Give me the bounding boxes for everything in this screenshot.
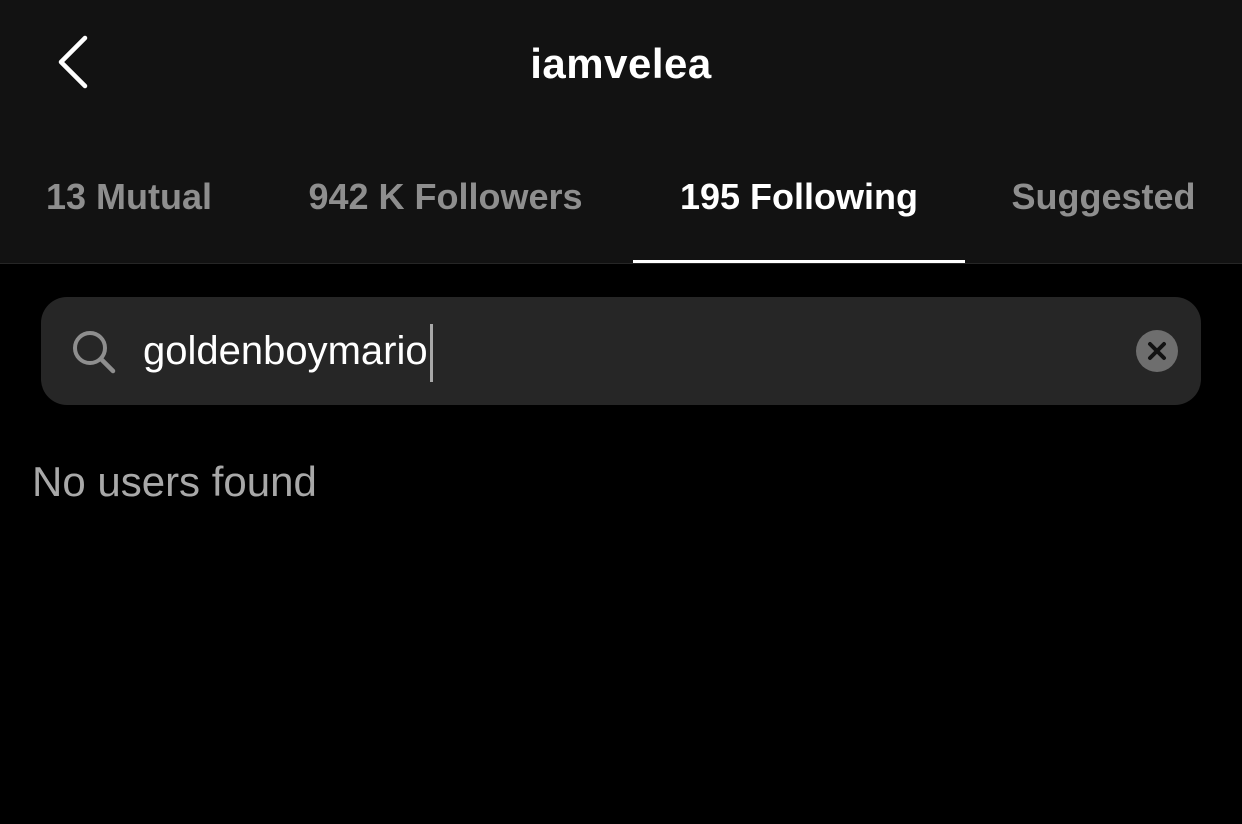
top-bar: iamvelea 13 Mutual 942 K Followers 195 F… [0, 0, 1242, 263]
search-bar[interactable]: goldenboymario [41, 297, 1201, 405]
tab-following[interactable]: 195 Following [633, 150, 965, 263]
tab-mutual[interactable]: 13 Mutual [0, 150, 258, 263]
tab-followers[interactable]: 942 K Followers [258, 150, 633, 263]
clear-search-button[interactable] [1136, 330, 1178, 372]
search-input-text: goldenboymario [143, 329, 428, 373]
search-icon [73, 331, 116, 374]
clear-icon [1148, 342, 1166, 360]
header-divider [0, 263, 1242, 264]
no-results-message: No users found [32, 458, 317, 505]
follow-tabs: 13 Mutual 942 K Followers 195 Following … [0, 150, 1242, 263]
search-input[interactable]: goldenboymario [143, 319, 433, 383]
tab-suggested[interactable]: Suggested [965, 150, 1242, 263]
text-caret [429, 324, 433, 383]
profile-username-title: iamvelea [530, 40, 712, 87]
